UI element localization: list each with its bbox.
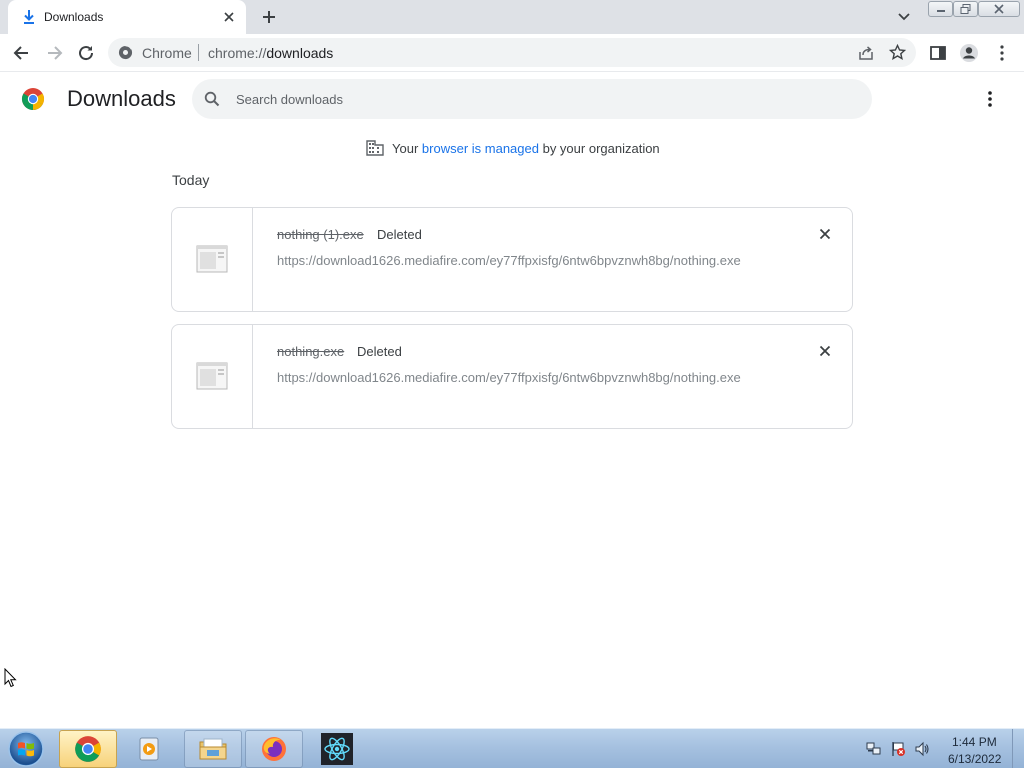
side-panel-icon[interactable] <box>927 42 949 64</box>
url-text[interactable]: chrome://downloads <box>208 45 333 61</box>
react-app-icon <box>321 733 353 765</box>
taskbar-react-app[interactable] <box>308 730 366 768</box>
show-desktop-button[interactable] <box>1012 729 1024 768</box>
generic-file-icon <box>196 362 228 390</box>
url-scheme: chrome:// <box>208 45 267 61</box>
new-tab-plus-icon[interactable] <box>260 8 278 26</box>
generic-file-icon <box>196 245 228 273</box>
chrome-icon <box>75 736 101 762</box>
firefox-icon <box>262 737 286 761</box>
taskbar-firefox[interactable] <box>245 730 303 768</box>
download-item: nothing.exe Deleted https://download1626… <box>171 324 853 429</box>
action-center-flag-icon[interactable] <box>890 741 906 757</box>
window-minimize-button[interactable] <box>928 1 953 17</box>
url-host: downloads <box>266 45 334 61</box>
tab-strip: Downloads <box>0 0 1024 34</box>
bookmark-star-icon[interactable] <box>889 44 906 61</box>
search-icon <box>204 91 220 107</box>
omnibox-chip-label: Chrome <box>142 45 192 61</box>
chrome-page-icon <box>118 45 133 60</box>
managed-prefix: Your <box>392 141 419 156</box>
download-icon <box>24 10 34 24</box>
download-status: Deleted <box>377 227 422 242</box>
managed-link[interactable]: browser is managed <box>422 141 539 156</box>
windows-taskbar: 1:44 PM 6/13/2022 <box>0 728 1024 768</box>
taskbar-chrome[interactable] <box>59 730 117 768</box>
remove-from-list-icon[interactable] <box>817 343 833 359</box>
tab-title: Downloads <box>44 10 104 24</box>
page-more-actions-icon[interactable] <box>980 89 1000 109</box>
section-heading-today: Today <box>172 172 210 188</box>
close-icon <box>994 4 1004 14</box>
search-downloads-bar[interactable] <box>192 79 872 119</box>
network-icon[interactable] <box>866 741 882 757</box>
taskbar-media-player[interactable] <box>121 730 179 768</box>
share-icon[interactable] <box>858 45 874 61</box>
page-title: Downloads <box>67 86 176 111</box>
tab-close-icon[interactable] <box>221 9 237 25</box>
taskbar-file-explorer[interactable] <box>184 730 242 768</box>
omnibox-separator <box>198 44 199 61</box>
clock-time[interactable]: 1:44 PM <box>952 735 997 749</box>
file-icon-column <box>172 208 253 311</box>
reload-icon[interactable] <box>75 42 97 64</box>
forward-arrow-icon[interactable] <box>43 42 65 64</box>
file-icon-column <box>172 325 253 428</box>
clock-date[interactable]: 6/13/2022 <box>948 752 1001 766</box>
browser-menu-icon[interactable] <box>991 42 1013 64</box>
window-close-button[interactable] <box>978 1 1020 17</box>
tab-search-chevron-icon[interactable] <box>896 10 912 24</box>
tab-downloads[interactable]: Downloads <box>8 0 246 34</box>
volume-icon[interactable] <box>914 741 930 757</box>
mouse-cursor-icon <box>4 668 17 688</box>
browser-toolbar: Chrome chrome://downloads <box>0 34 1024 72</box>
address-bar[interactable]: Chrome chrome://downloads <box>108 38 916 67</box>
remove-from-list-icon[interactable] <box>817 226 833 242</box>
window-restore-button[interactable] <box>953 1 978 17</box>
managed-suffix: by your organization <box>542 141 660 156</box>
profile-avatar-icon[interactable] <box>958 42 980 64</box>
file-source-url[interactable]: https://download1626.mediafire.com/ey77f… <box>277 253 741 268</box>
file-name: nothing.exe <box>277 344 345 359</box>
back-arrow-icon[interactable] <box>11 42 33 64</box>
minimize-icon <box>936 10 945 12</box>
start-button-icon[interactable] <box>6 730 46 768</box>
building-icon <box>366 140 384 156</box>
file-source-url[interactable]: https://download1626.mediafire.com/ey77f… <box>277 370 741 385</box>
download-status: Deleted <box>357 344 402 359</box>
file-explorer-icon <box>199 738 227 760</box>
download-item: nothing (1).exe Deleted https://download… <box>171 207 853 312</box>
chrome-logo-icon <box>22 88 44 110</box>
media-player-icon <box>139 737 159 761</box>
managed-notice: Your browser is managed by your organiza… <box>366 140 660 158</box>
search-input[interactable] <box>236 79 856 119</box>
file-name: nothing (1).exe <box>277 227 364 242</box>
restore-icon <box>960 4 970 14</box>
